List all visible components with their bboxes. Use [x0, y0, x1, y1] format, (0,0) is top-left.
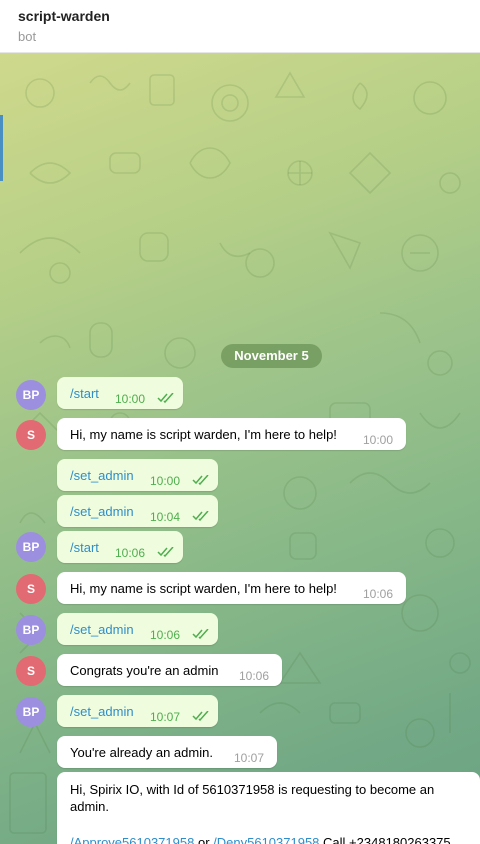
message-text-line: admin. [70, 799, 110, 814]
message-text[interactable]: /start [70, 377, 99, 409]
double-check-icon [157, 547, 174, 557]
date-separator: November 5 [221, 344, 322, 368]
chat-subtitle: bot [18, 29, 37, 44]
avatar[interactable]: S [16, 656, 46, 686]
message-time: 10:07 [234, 751, 265, 765]
avatar[interactable]: BP [16, 532, 46, 562]
outgoing-message[interactable]: /set_admin 10:00 [57, 459, 218, 491]
admin-request-message[interactable]: Hi, Spirix IO, with Id of 5610371958 is … [57, 772, 480, 844]
message-time: 10:06 [239, 669, 270, 683]
double-check-icon [192, 711, 209, 721]
message-text: You're already an admin. [70, 744, 213, 760]
chat-header[interactable]: script-warden bot [0, 0, 480, 53]
message-text[interactable]: /set_admin [70, 613, 134, 645]
message-text[interactable]: /start [70, 531, 99, 563]
message-text-line: Hi, Spirix IO, with Id of 5610371958 is … [70, 782, 435, 797]
message-time: 10:04 [150, 510, 181, 524]
outgoing-message[interactable]: /start 10:06 [57, 531, 183, 563]
avatar[interactable]: BP [16, 697, 46, 727]
message-time: 10:00 [115, 392, 146, 406]
message-text: Hi, my name is script warden, I'm here t… [70, 580, 337, 596]
message-time: 10:06 [363, 587, 394, 601]
incoming-message[interactable]: Congrats you're an admin 10:06 [57, 654, 282, 686]
incoming-message[interactable]: Hi, my name is script warden, I'm here t… [57, 418, 406, 450]
scroll-indicator [0, 115, 3, 181]
outgoing-message[interactable]: /start 10:00 [57, 377, 183, 409]
message-time: 10:00 [363, 433, 394, 447]
outgoing-message[interactable]: /set_admin 10:04 [57, 495, 218, 527]
message-text[interactable]: /set_admin [70, 495, 134, 527]
double-check-icon [192, 629, 209, 639]
incoming-message[interactable]: You're already an admin. 10:07 [57, 736, 277, 768]
message-time: 10:06 [150, 628, 181, 642]
message-text[interactable]: /set_admin [70, 459, 134, 491]
outgoing-message[interactable]: /set_admin 10:06 [57, 613, 218, 645]
double-check-icon [192, 511, 209, 521]
avatar[interactable]: BP [16, 380, 46, 410]
message-actions-line: /Approve5610371958 or /Deny5610371958 Ca… [70, 835, 451, 844]
or-text: or [197, 835, 210, 844]
message-time: 10:00 [150, 474, 181, 488]
call-text: Call +2348180263375 [323, 835, 451, 844]
outgoing-message[interactable]: /set_admin 10:07 [57, 695, 218, 727]
double-check-icon [192, 475, 209, 485]
approve-link[interactable]: /Approve5610371958 [70, 835, 194, 844]
incoming-message[interactable]: Hi, my name is script warden, I'm here t… [57, 572, 406, 604]
avatar[interactable]: S [16, 420, 46, 450]
message-text: Hi, my name is script warden, I'm here t… [70, 426, 337, 442]
message-time: 10:06 [115, 546, 146, 560]
message-list[interactable]: November 5 BP /start 10:00 S Hi, my name… [0, 53, 480, 844]
chat-title: script-warden [18, 8, 110, 24]
message-time: 10:07 [150, 710, 181, 724]
avatar[interactable]: BP [16, 615, 46, 645]
message-text[interactable]: /set_admin [70, 695, 134, 727]
chat-window: script-warden bot November 5 BP /start 1… [0, 0, 480, 844]
message-text: Congrats you're an admin [70, 662, 219, 678]
double-check-icon [157, 393, 174, 403]
deny-link[interactable]: /Deny5610371958 [213, 835, 319, 844]
avatar[interactable]: S [16, 574, 46, 604]
